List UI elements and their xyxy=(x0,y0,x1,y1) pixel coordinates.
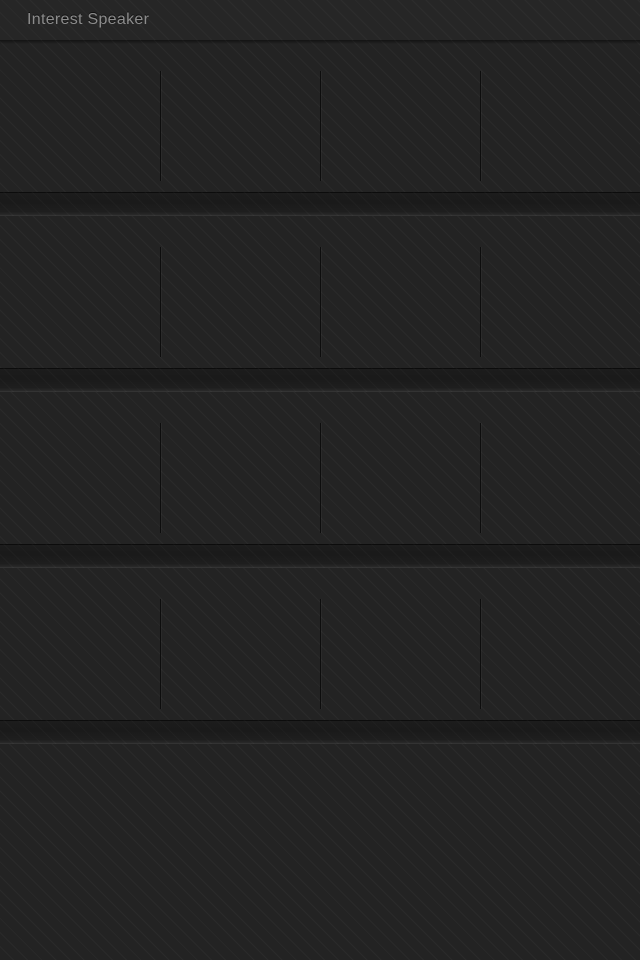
shelf-cells xyxy=(0,216,640,368)
shelf-cell[interactable] xyxy=(160,40,320,192)
shelf-cell[interactable] xyxy=(320,392,480,544)
shelf-cell[interactable] xyxy=(0,216,160,368)
shelf-row xyxy=(0,568,640,744)
shelf-divider xyxy=(0,544,640,568)
app-root: Interest Speaker xyxy=(0,0,640,960)
shelf-cell[interactable] xyxy=(160,392,320,544)
shelf-cell[interactable] xyxy=(160,216,320,368)
shelf-cell[interactable] xyxy=(320,568,480,720)
shelf-row xyxy=(0,392,640,568)
app-header: Interest Speaker xyxy=(0,0,640,44)
shelf-divider-texture xyxy=(0,544,640,568)
shelf-cell[interactable] xyxy=(480,40,640,192)
shelf-divider-texture xyxy=(0,720,640,744)
shelf-cell[interactable] xyxy=(320,216,480,368)
empty-content-region xyxy=(0,744,640,960)
shelf-divider-texture xyxy=(0,368,640,392)
shelf-cells xyxy=(0,392,640,544)
shelf-cell[interactable] xyxy=(0,568,160,720)
shelf-row xyxy=(0,216,640,392)
shelf-cell[interactable] xyxy=(480,392,640,544)
shelf-cell[interactable] xyxy=(480,568,640,720)
shelf-cell[interactable] xyxy=(320,40,480,192)
shelf-cell[interactable] xyxy=(0,40,160,192)
shelf-cell[interactable] xyxy=(0,392,160,544)
shelf-row xyxy=(0,40,640,216)
shelf-cells xyxy=(0,568,640,720)
shelf-divider-texture xyxy=(0,192,640,216)
shelf-divider xyxy=(0,368,640,392)
shelf-cell[interactable] xyxy=(480,216,640,368)
shelf-divider xyxy=(0,192,640,216)
page-title: Interest Speaker xyxy=(27,11,150,28)
shelf-cell[interactable] xyxy=(160,568,320,720)
shelf-divider xyxy=(0,720,640,744)
shelf-cells xyxy=(0,40,640,192)
shelf-scroll-area[interactable] xyxy=(0,40,640,960)
